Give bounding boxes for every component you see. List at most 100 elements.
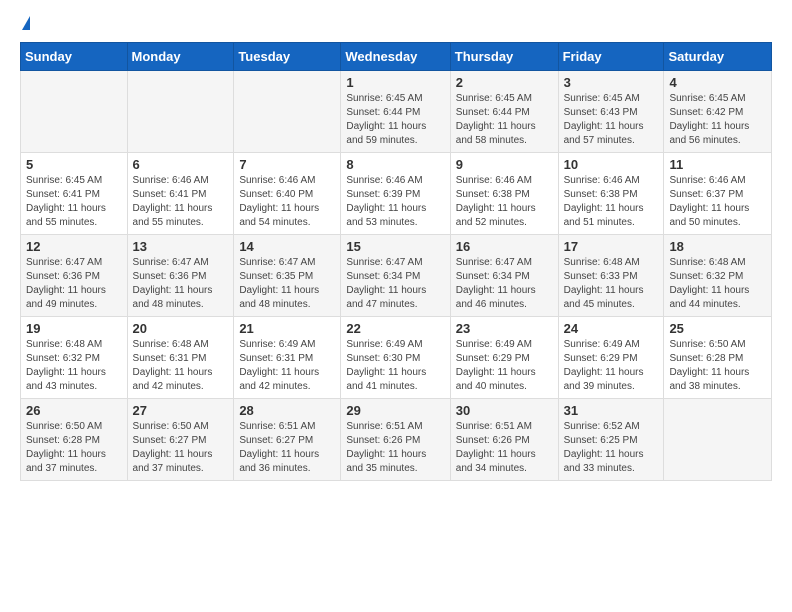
day-number: 27 <box>133 403 229 418</box>
calendar-cell: 9 Sunrise: 6:46 AM Sunset: 6:38 PM Daylig… <box>450 153 558 235</box>
calendar-week-row: 5 Sunrise: 6:45 AM Sunset: 6:41 PM Daylig… <box>21 153 772 235</box>
calendar-cell <box>21 71 128 153</box>
day-number: 10 <box>564 157 659 172</box>
day-info: Sunrise: 6:50 AM Sunset: 6:28 PM Dayligh… <box>26 420 122 476</box>
day-number: 9 <box>456 157 553 172</box>
day-number: 7 <box>239 157 335 172</box>
calendar-cell: 27 Sunrise: 6:50 AM Sunset: 6:27 PM Dayli… <box>127 399 234 481</box>
day-number: 20 <box>133 321 229 336</box>
day-info: Sunrise: 6:46 AM Sunset: 6:39 PM Dayligh… <box>346 174 444 230</box>
day-info: Sunrise: 6:47 AM Sunset: 6:36 PM Dayligh… <box>26 256 122 312</box>
day-number: 5 <box>26 157 122 172</box>
day-info: Sunrise: 6:48 AM Sunset: 6:32 PM Dayligh… <box>26 338 122 394</box>
calendar-cell: 4Sunrise: 6:45 AM Sunset: 6:42 PM Daylig… <box>664 71 772 153</box>
day-number: 31 <box>564 403 659 418</box>
calendar-cell: 10 Sunrise: 6:46 AM Sunset: 6:38 PM Dayli… <box>558 153 664 235</box>
calendar-cell: 16 Sunrise: 6:47 AM Sunset: 6:34 PM Dayli… <box>450 235 558 317</box>
weekday-header-tuesday: Tuesday <box>234 43 341 71</box>
day-info: Sunrise: 6:45 AM Sunset: 6:41 PM Dayligh… <box>26 174 122 230</box>
calendar-week-row: 26 Sunrise: 6:50 AM Sunset: 6:28 PM Dayli… <box>21 399 772 481</box>
calendar-cell: 8 Sunrise: 6:46 AM Sunset: 6:39 PM Daylig… <box>341 153 450 235</box>
day-info: Sunrise: 6:46 AM Sunset: 6:41 PM Dayligh… <box>133 174 229 230</box>
weekday-header-sunday: Sunday <box>21 43 128 71</box>
day-number: 29 <box>346 403 444 418</box>
calendar-cell: 24 Sunrise: 6:49 AM Sunset: 6:29 PM Dayli… <box>558 317 664 399</box>
day-info: Sunrise: 6:49 AM Sunset: 6:29 PM Dayligh… <box>456 338 553 394</box>
day-info: Sunrise: 6:51 AM Sunset: 6:27 PM Dayligh… <box>239 420 335 476</box>
day-number: 1 <box>346 75 444 90</box>
calendar-cell: 26 Sunrise: 6:50 AM Sunset: 6:28 PM Dayli… <box>21 399 128 481</box>
calendar-cell: 20Sunrise: 6:48 AM Sunset: 6:31 PM Dayli… <box>127 317 234 399</box>
day-number: 16 <box>456 239 553 254</box>
day-number: 15 <box>346 239 444 254</box>
day-number: 23 <box>456 321 553 336</box>
page: SundayMondayTuesdayWednesdayThursdayFrid… <box>0 0 792 497</box>
day-info: Sunrise: 6:46 AM Sunset: 6:38 PM Dayligh… <box>564 174 659 230</box>
calendar-cell <box>234 71 341 153</box>
logo-triangle-icon <box>22 16 30 30</box>
day-number: 30 <box>456 403 553 418</box>
calendar-cell: 22Sunrise: 6:49 AM Sunset: 6:30 PM Dayli… <box>341 317 450 399</box>
calendar-cell: 13Sunrise: 6:47 AM Sunset: 6:36 PM Dayli… <box>127 235 234 317</box>
day-info: Sunrise: 6:46 AM Sunset: 6:38 PM Dayligh… <box>456 174 553 230</box>
calendar-cell <box>127 71 234 153</box>
calendar-cell: 17 Sunrise: 6:48 AM Sunset: 6:33 PM Dayli… <box>558 235 664 317</box>
calendar-cell: 19Sunrise: 6:48 AM Sunset: 6:32 PM Dayli… <box>21 317 128 399</box>
day-number: 3 <box>564 75 659 90</box>
day-number: 18 <box>669 239 766 254</box>
day-number: 12 <box>26 239 122 254</box>
day-number: 22 <box>346 321 444 336</box>
day-number: 28 <box>239 403 335 418</box>
calendar-cell: 18Sunrise: 6:48 AM Sunset: 6:32 PM Dayli… <box>664 235 772 317</box>
calendar-cell: 7 Sunrise: 6:46 AM Sunset: 6:40 PM Daylig… <box>234 153 341 235</box>
day-info: Sunrise: 6:49 AM Sunset: 6:29 PM Dayligh… <box>564 338 659 394</box>
day-info: Sunrise: 6:50 AM Sunset: 6:27 PM Dayligh… <box>133 420 229 476</box>
calendar-cell: 1 Sunrise: 6:45 AM Sunset: 6:44 PM Daylig… <box>341 71 450 153</box>
day-number: 8 <box>346 157 444 172</box>
day-info: Sunrise: 6:47 AM Sunset: 6:34 PM Dayligh… <box>456 256 553 312</box>
calendar-cell: 5 Sunrise: 6:45 AM Sunset: 6:41 PM Daylig… <box>21 153 128 235</box>
calendar-cell: 2Sunrise: 6:45 AM Sunset: 6:44 PM Daylig… <box>450 71 558 153</box>
day-info: Sunrise: 6:47 AM Sunset: 6:35 PM Dayligh… <box>239 256 335 312</box>
calendar-cell: 12 Sunrise: 6:47 AM Sunset: 6:36 PM Dayli… <box>21 235 128 317</box>
day-number: 14 <box>239 239 335 254</box>
day-info: Sunrise: 6:47 AM Sunset: 6:34 PM Dayligh… <box>346 256 444 312</box>
day-number: 24 <box>564 321 659 336</box>
weekday-header-thursday: Thursday <box>450 43 558 71</box>
day-number: 21 <box>239 321 335 336</box>
weekday-header-friday: Friday <box>558 43 664 71</box>
calendar-week-row: 1 Sunrise: 6:45 AM Sunset: 6:44 PM Daylig… <box>21 71 772 153</box>
calendar-cell: 14 Sunrise: 6:47 AM Sunset: 6:35 PM Dayli… <box>234 235 341 317</box>
day-info: Sunrise: 6:47 AM Sunset: 6:36 PM Dayligh… <box>133 256 229 312</box>
day-info: Sunrise: 6:45 AM Sunset: 6:43 PM Dayligh… <box>564 92 659 148</box>
day-info: Sunrise: 6:45 AM Sunset: 6:44 PM Dayligh… <box>456 92 553 148</box>
day-info: Sunrise: 6:50 AM Sunset: 6:28 PM Dayligh… <box>669 338 766 394</box>
calendar-cell: 29 Sunrise: 6:51 AM Sunset: 6:26 PM Dayli… <box>341 399 450 481</box>
calendar-cell: 23 Sunrise: 6:49 AM Sunset: 6:29 PM Dayli… <box>450 317 558 399</box>
day-info: Sunrise: 6:52 AM Sunset: 6:25 PM Dayligh… <box>564 420 659 476</box>
calendar-week-row: 12 Sunrise: 6:47 AM Sunset: 6:36 PM Dayli… <box>21 235 772 317</box>
logo <box>20 16 30 30</box>
day-info: Sunrise: 6:46 AM Sunset: 6:37 PM Dayligh… <box>669 174 766 230</box>
weekday-header-monday: Monday <box>127 43 234 71</box>
calendar-cell: 21 Sunrise: 6:49 AM Sunset: 6:31 PM Dayli… <box>234 317 341 399</box>
day-info: Sunrise: 6:49 AM Sunset: 6:31 PM Dayligh… <box>239 338 335 394</box>
day-number: 6 <box>133 157 229 172</box>
day-info: Sunrise: 6:48 AM Sunset: 6:33 PM Dayligh… <box>564 256 659 312</box>
calendar-week-row: 19Sunrise: 6:48 AM Sunset: 6:32 PM Dayli… <box>21 317 772 399</box>
day-info: Sunrise: 6:45 AM Sunset: 6:44 PM Dayligh… <box>346 92 444 148</box>
calendar-cell: 3 Sunrise: 6:45 AM Sunset: 6:43 PM Daylig… <box>558 71 664 153</box>
day-info: Sunrise: 6:46 AM Sunset: 6:40 PM Dayligh… <box>239 174 335 230</box>
day-number: 17 <box>564 239 659 254</box>
day-number: 11 <box>669 157 766 172</box>
day-number: 4 <box>669 75 766 90</box>
calendar-cell: 31 Sunrise: 6:52 AM Sunset: 6:25 PM Dayli… <box>558 399 664 481</box>
calendar-table: SundayMondayTuesdayWednesdayThursdayFrid… <box>20 42 772 481</box>
calendar-cell: 6 Sunrise: 6:46 AM Sunset: 6:41 PM Daylig… <box>127 153 234 235</box>
day-number: 26 <box>26 403 122 418</box>
day-info: Sunrise: 6:51 AM Sunset: 6:26 PM Dayligh… <box>346 420 444 476</box>
calendar-cell: 15 Sunrise: 6:47 AM Sunset: 6:34 PM Dayli… <box>341 235 450 317</box>
calendar-cell: 30Sunrise: 6:51 AM Sunset: 6:26 PM Dayli… <box>450 399 558 481</box>
header <box>20 16 772 30</box>
calendar-cell: 25Sunrise: 6:50 AM Sunset: 6:28 PM Dayli… <box>664 317 772 399</box>
